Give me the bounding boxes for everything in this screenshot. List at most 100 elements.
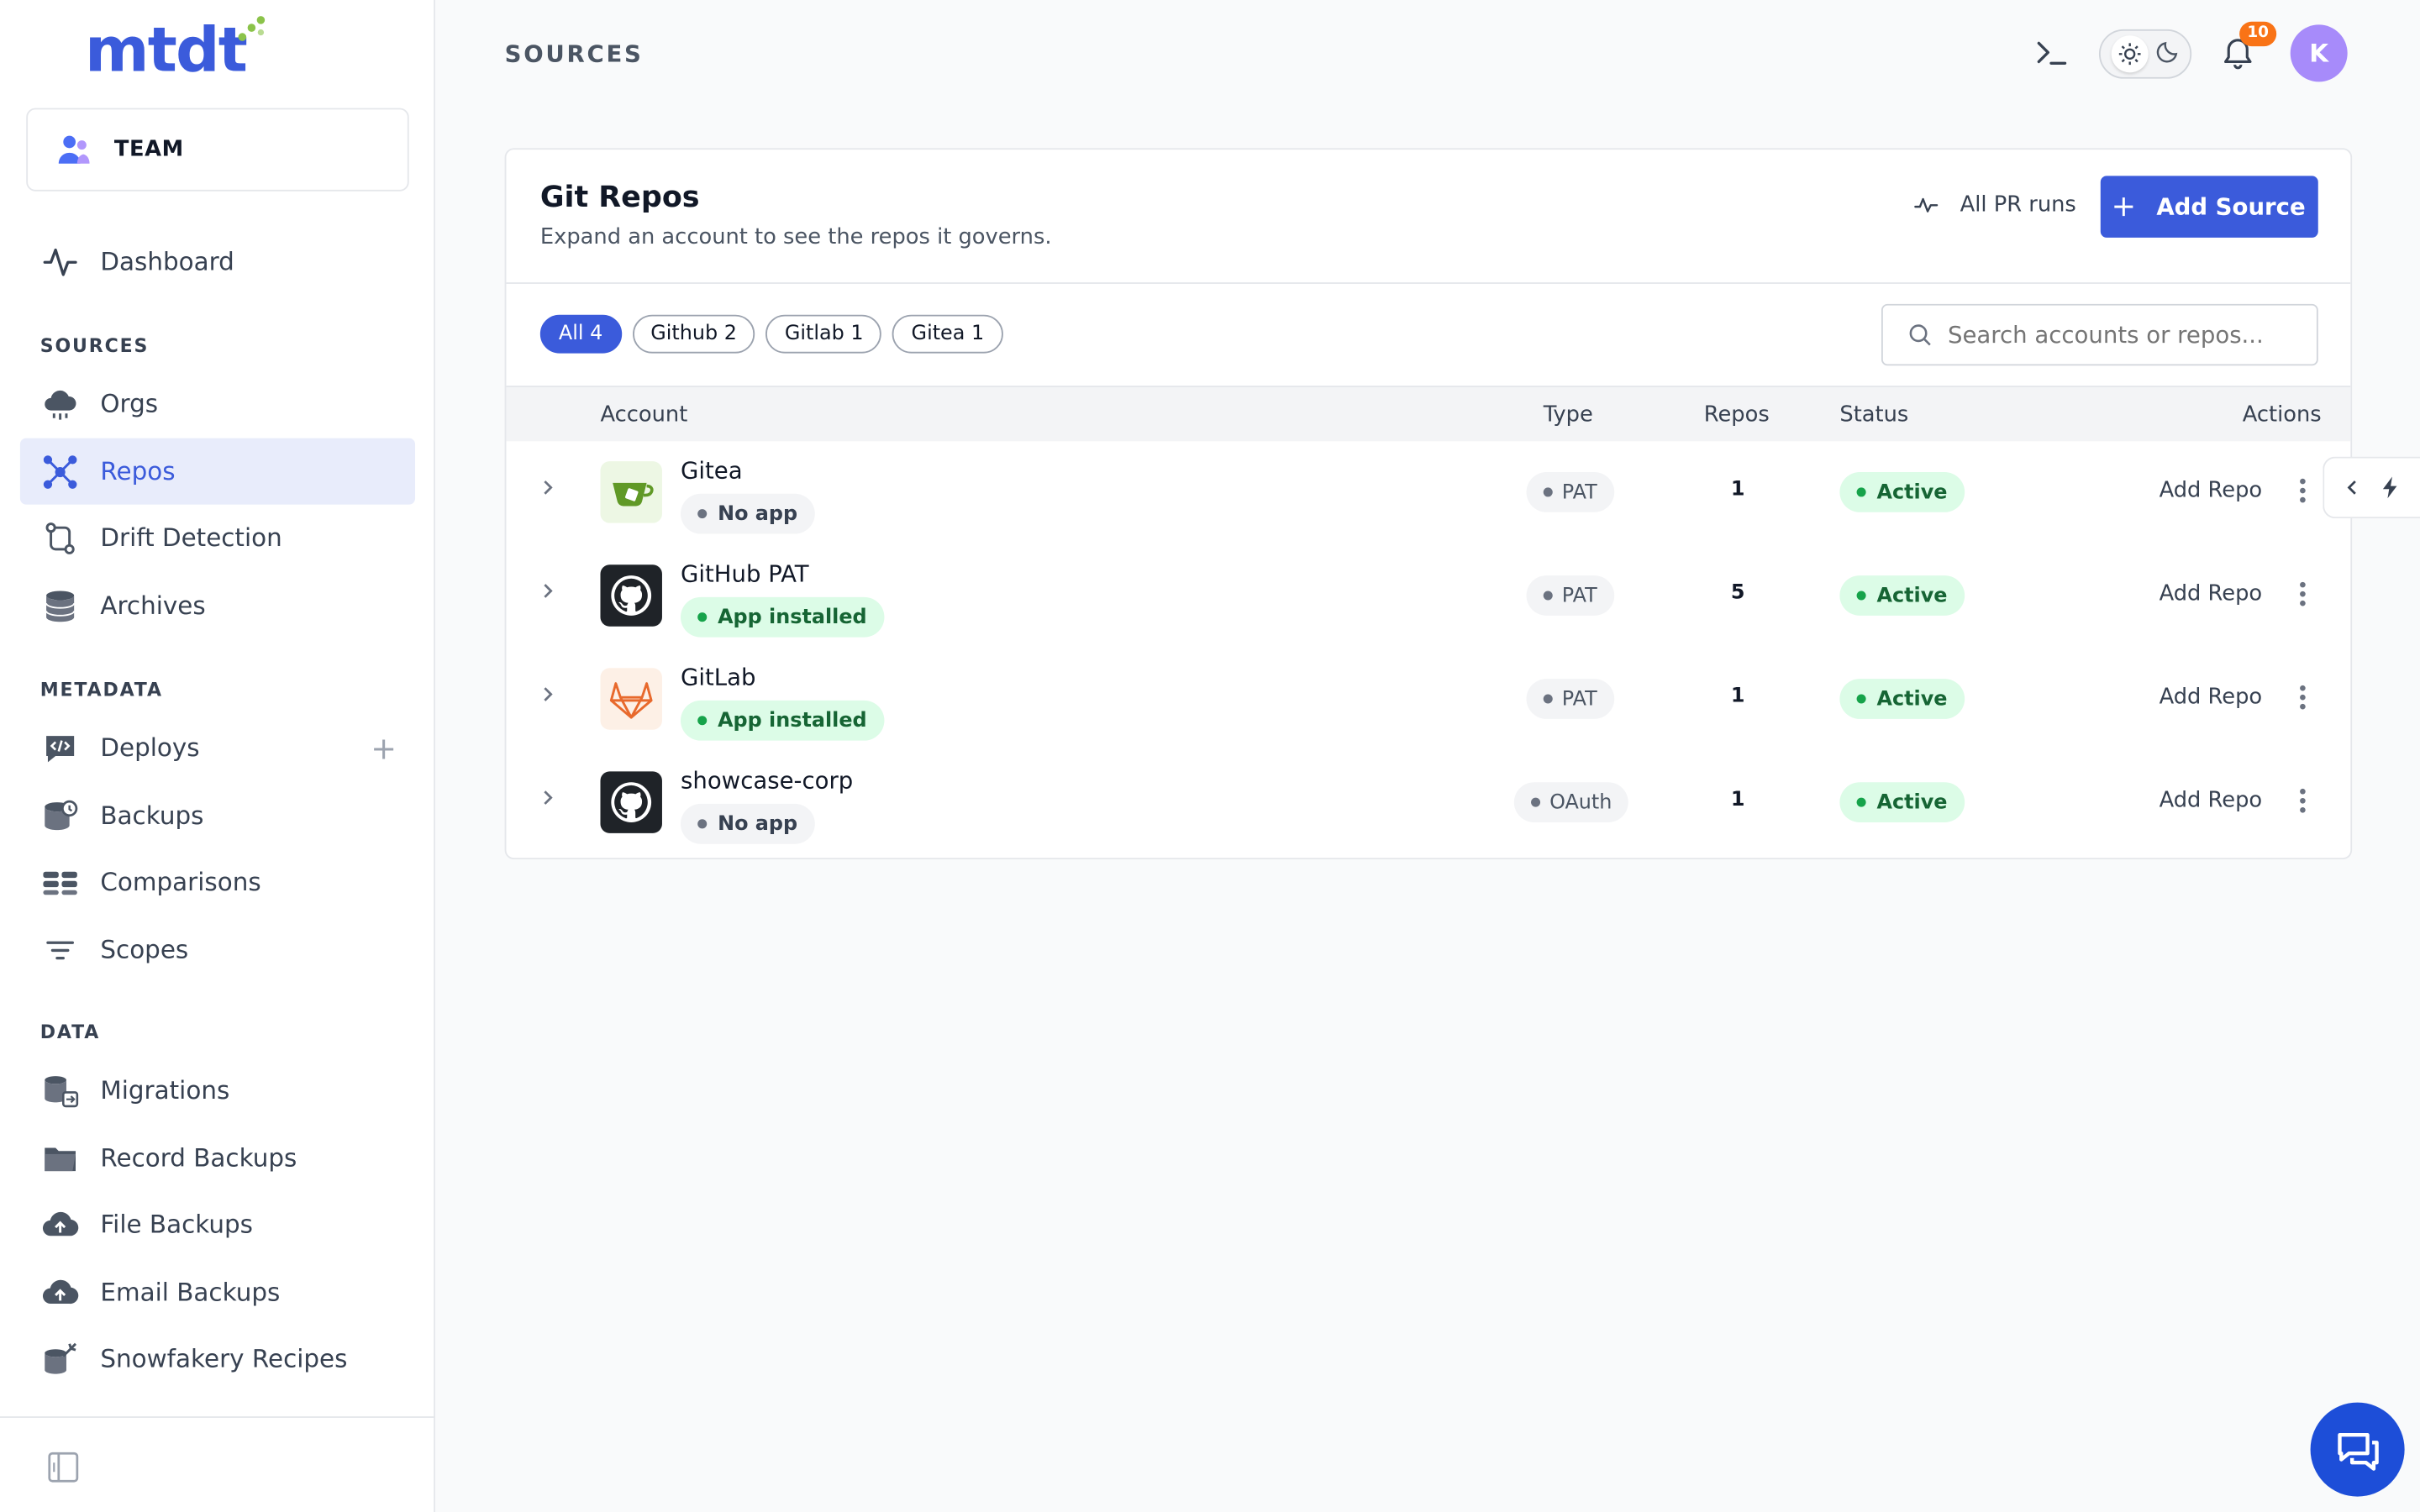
cloud-icon <box>42 385 79 422</box>
github-logo-icon <box>600 564 662 627</box>
chevron-right-icon[interactable] <box>540 581 555 606</box>
add-repo-button[interactable]: Add Repo <box>2160 581 2263 606</box>
more-options-icon[interactable] <box>2298 579 2307 610</box>
team-switcher[interactable]: TEAM <box>26 108 409 192</box>
filter-chip-all[interactable]: All 4 <box>539 314 622 354</box>
sidebar-item-snowfakery-recipes[interactable]: Snowfakery Recipes <box>20 1326 415 1392</box>
add-deploy-icon[interactable]: + <box>371 729 397 766</box>
chevron-left-icon[interactable] <box>2343 478 2361 496</box>
search-input[interactable] <box>1947 321 2303 349</box>
terminal-icon[interactable] <box>2034 35 2068 69</box>
sidebar-item-label: Migrations <box>100 1075 230 1105</box>
sidebar-item-orgs[interactable]: Orgs <box>20 370 415 437</box>
sidebar-item-record-backups[interactable]: Record Backups <box>20 1125 415 1191</box>
status-badge: Active <box>1839 679 1965 719</box>
sidebar-item-label: Deploys <box>100 732 200 763</box>
type-badge: PAT <box>1526 575 1614 616</box>
sidebar-item-comparisons[interactable]: Comparisons <box>20 848 415 915</box>
add-repo-button[interactable]: Add Repo <box>2160 685 2263 710</box>
column-header-actions: Actions <box>2242 402 2322 428</box>
folder-icon <box>42 1139 79 1176</box>
more-options-icon[interactable] <box>2298 785 2307 816</box>
chevron-right-icon[interactable] <box>540 478 555 502</box>
more-options-icon[interactable] <box>2298 682 2307 713</box>
add-repo-button[interactable]: Add Repo <box>2160 478 2263 502</box>
sidebar: mtdt TEAM Dashboard SOURCES Orgs Repos D… <box>0 0 435 1512</box>
sidebar-item-label: Drift Detection <box>100 522 282 553</box>
repos-count: 1 <box>1730 788 1745 812</box>
code-message-icon <box>42 729 79 766</box>
section-label-sources: SOURCES <box>39 334 150 357</box>
avatar[interactable]: K <box>2290 24 2348 82</box>
sidebar-item-backups[interactable]: Backups <box>20 782 415 848</box>
cloud-upload-icon <box>42 1273 79 1310</box>
migration-icon <box>42 1072 79 1109</box>
plus-icon <box>2114 197 2133 217</box>
sidebar-item-file-backups[interactable]: File Backups <box>20 1191 415 1257</box>
repos-count: 1 <box>1730 685 1745 709</box>
search-icon <box>1909 324 1931 346</box>
column-header-status: Status <box>1839 402 1909 428</box>
column-header-account: Account <box>600 402 688 428</box>
app-status-badge: App installed <box>680 596 884 638</box>
recipe-icon <box>42 1340 79 1377</box>
sidebar-item-drift-detection[interactable]: Drift Detection <box>20 505 415 571</box>
sun-icon[interactable] <box>2110 35 2148 73</box>
sidebar-item-archives[interactable]: Archives <box>20 572 415 638</box>
type-badge: PAT <box>1526 472 1614 512</box>
sidebar-item-dashboard[interactable]: Dashboard <box>20 228 415 295</box>
type-badge: OAuth <box>1513 782 1629 822</box>
type-badge: PAT <box>1526 679 1614 719</box>
app-root: mtdt TEAM Dashboard SOURCES Orgs Repos D… <box>0 0 2420 1512</box>
chevron-right-icon[interactable] <box>540 789 555 813</box>
filter-icon <box>42 931 79 968</box>
moon-icon[interactable] <box>2155 39 2180 70</box>
filter-chips: All 4 Github 2 Gitlab 1 Gitea 1 <box>539 314 1003 354</box>
table-row[interactable]: Gitea No app PAT 1 Active Add Repo <box>506 441 2350 544</box>
status-badge: Active <box>1839 782 1965 822</box>
sidebar-item-label: Snowfakery Recipes <box>100 1343 348 1373</box>
filter-chip-gitea[interactable]: Gitea 1 <box>892 314 1003 354</box>
card-subtitle: Expand an account to see the repos it go… <box>539 225 1052 250</box>
app-status-badge: App installed <box>680 700 884 741</box>
account-name: showcase-corp <box>680 766 854 795</box>
filter-chip-gitlab[interactable]: Gitlab 1 <box>765 314 882 354</box>
all-pr-runs-link[interactable]: All PR runs <box>1914 193 2076 218</box>
table-header: Account Type Repos Status Actions <box>506 386 2351 442</box>
theme-toggle[interactable] <box>2098 29 2192 79</box>
database-backup-icon <box>42 797 79 834</box>
table-row[interactable]: GitLab App installed PAT 1 Active Add Re… <box>506 648 2350 751</box>
github-logo-icon <box>600 771 662 833</box>
filter-chip-github[interactable]: Github 2 <box>632 314 755 354</box>
collapse-sidebar-icon[interactable] <box>46 1451 80 1484</box>
table-row[interactable]: GitHub PAT App installed PAT 5 Active Ad… <box>506 544 2350 648</box>
sidebar-item-deploys[interactable]: Deploys + <box>20 714 415 780</box>
database-icon <box>42 587 79 624</box>
team-icon <box>58 135 90 164</box>
cloud-upload-icon <box>42 1205 79 1242</box>
git-repos-card: Git Repos Expand an account to see the r… <box>504 148 2353 860</box>
add-source-label: Add Source <box>2156 192 2306 221</box>
account-name: Gitea <box>680 456 743 485</box>
team-label: TEAM <box>113 137 184 162</box>
add-repo-button[interactable]: Add Repo <box>2160 789 2263 813</box>
sidebar-item-email-backups[interactable]: Email Backups <box>20 1259 415 1326</box>
lightning-icon[interactable] <box>2380 475 2402 500</box>
side-panel-tab[interactable] <box>2323 456 2420 519</box>
status-badge: Active <box>1839 472 1965 512</box>
add-source-button[interactable]: Add Source <box>2100 176 2318 238</box>
sidebar-item-migrations[interactable]: Migrations <box>20 1057 415 1123</box>
sidebar-item-label: File Backups <box>100 1209 253 1239</box>
sidebar-item-scopes[interactable]: Scopes <box>20 916 415 983</box>
activity-icon <box>42 243 79 280</box>
more-options-icon[interactable] <box>2298 475 2307 507</box>
sidebar-item-label: Comparisons <box>100 867 261 897</box>
table-row[interactable]: showcase-corp No app OAuth 1 Active Add … <box>506 751 2350 854</box>
chevron-right-icon[interactable] <box>540 685 555 710</box>
sidebar-item-label: Archives <box>100 591 206 621</box>
chat-support-button[interactable] <box>2310 1402 2405 1497</box>
logo[interactable]: mtdt <box>85 15 248 86</box>
gitlab-logo-icon <box>600 668 662 730</box>
sidebar-item-repos[interactable]: Repos <box>19 438 416 505</box>
page-title: SOURCES <box>504 39 644 68</box>
